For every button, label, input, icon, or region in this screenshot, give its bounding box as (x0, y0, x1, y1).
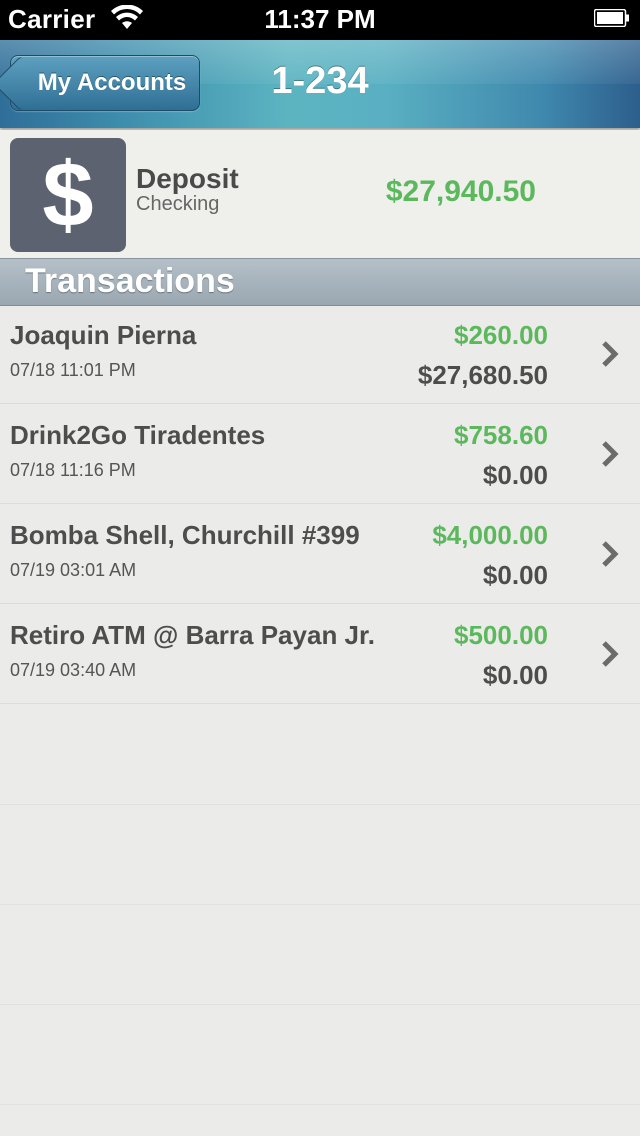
transaction-amount: $500.00 (454, 620, 548, 650)
transaction-row[interactable]: Joaquin Pierna 07/18 11:01 PM $260.00 $2… (0, 304, 640, 404)
transaction-list: Joaquin Pierna 07/18 11:01 PM $260.00 $2… (0, 304, 640, 704)
empty-row-divider (0, 1104, 640, 1105)
status-time: 11:37 PM (264, 4, 376, 34)
transaction-amount: $758.60 (454, 420, 548, 450)
transaction-name: Retiro ATM @ Barra Payan Jr. (10, 620, 375, 650)
transaction-row[interactable]: Bomba Shell, Churchill #399 07/19 03:01 … (0, 504, 640, 604)
account-type: Checking (136, 193, 220, 215)
transaction-name: Bomba Shell, Churchill #399 (10, 520, 360, 550)
chevron-right-icon (602, 641, 619, 667)
empty-row-divider (0, 1004, 640, 1005)
empty-row-divider (0, 804, 640, 805)
transaction-date: 07/18 11:01 PM (10, 360, 136, 380)
transaction-date: 07/19 03:01 AM (10, 560, 137, 580)
transaction-amount: $4,000.00 (432, 520, 548, 550)
account-header: $ Deposit Checking $27,940.50 (0, 130, 640, 258)
transaction-date: 07/18 11:16 PM (10, 460, 136, 480)
transaction-balance: $0.00 (482, 660, 548, 690)
transaction-balance: $27,680.50 (417, 360, 548, 390)
transaction-name: Drink2Go Tiradentes (10, 420, 266, 450)
status-bar: Carrier 11:37 PM (0, 0, 640, 40)
battery-icon (594, 9, 629, 27)
transaction-date: 07/19 03:40 AM (10, 660, 137, 680)
account-balance: $27,940.50 (385, 175, 536, 208)
empty-row-divider (0, 904, 640, 905)
chevron-right-icon (602, 541, 619, 567)
transaction-row[interactable]: Retiro ATM @ Barra Payan Jr. 07/19 03:40… (0, 604, 640, 704)
transaction-name: Joaquin Pierna (10, 320, 197, 350)
dollar-icon: $ (10, 138, 126, 252)
navigation-bar: My Accounts 1-234 (0, 40, 640, 128)
transaction-row[interactable]: Drink2Go Tiradentes 07/18 11:16 PM $758.… (0, 404, 640, 504)
section-title: Transactions (25, 262, 235, 300)
dollar-glyph: $ (42, 144, 94, 246)
chevron-right-icon (602, 341, 619, 367)
page-title-text: 1-234 (271, 60, 369, 102)
transaction-balance: $0.00 (482, 560, 548, 590)
page-title: 1-234 (0, 60, 640, 103)
section-header: Transactions (0, 258, 640, 306)
transaction-balance: $0.00 (482, 460, 548, 490)
transaction-amount: $260.00 (454, 320, 548, 350)
chevron-right-icon (602, 441, 619, 467)
account-name: Deposit (136, 163, 239, 194)
